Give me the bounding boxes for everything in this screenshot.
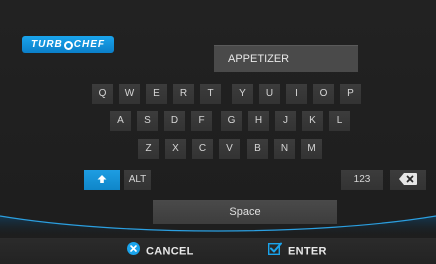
key-z[interactable]: Z [138,139,159,159]
key-t[interactable]: T [200,84,221,104]
checkbox-check-icon [267,242,282,261]
space-key[interactable]: Space [153,200,337,224]
cancel-label: CANCEL [146,245,194,258]
key-o[interactable]: O [313,84,334,104]
key-x[interactable]: X [165,139,186,159]
up-arrow-icon [97,175,107,184]
turbochef-logo: TURB CHEF [22,36,114,53]
key-l[interactable]: L [329,111,350,131]
shift-key[interactable] [84,170,120,190]
key-c[interactable]: C [192,139,213,159]
key-d[interactable]: D [164,111,185,131]
cancel-button[interactable]: CANCEL [127,242,194,260]
x-circle-icon [127,242,140,261]
key-f[interactable]: F [191,111,212,131]
key-g[interactable]: G [221,111,242,131]
key-u[interactable]: U [259,84,280,104]
key-v[interactable]: V [219,139,240,159]
bottom-action-bar [0,238,436,264]
enter-label: ENTER [288,245,327,258]
key-q[interactable]: Q [92,84,113,104]
key-k[interactable]: K [302,111,323,131]
key-b[interactable]: B [247,139,268,159]
backspace-key[interactable] [390,170,426,190]
key-w[interactable]: W [119,84,140,104]
key-j[interactable]: J [275,111,296,131]
key-e[interactable]: E [146,84,167,104]
key-m[interactable]: M [301,139,322,159]
key-p[interactable]: P [340,84,361,104]
key-y[interactable]: Y [232,84,253,104]
backspace-x-icon [399,173,417,186]
logo-o-icon [63,41,73,50]
key-a[interactable]: A [110,111,131,131]
numbers-key[interactable]: 123 [341,170,383,190]
keyboard-screen: TURB CHEF APPETIZER Q W E R T Y U I O P A… [0,0,436,264]
logo-text-right: CHEF [73,39,105,50]
key-h[interactable]: H [248,111,269,131]
alt-key[interactable]: ALT [124,170,151,190]
key-i[interactable]: I [286,84,307,104]
logo-text-left: TURB [30,39,63,50]
enter-button[interactable]: ENTER [267,242,327,261]
key-n[interactable]: N [274,139,295,159]
text-input-field[interactable]: APPETIZER [214,45,358,72]
key-r[interactable]: R [173,84,194,104]
key-s[interactable]: S [137,111,158,131]
